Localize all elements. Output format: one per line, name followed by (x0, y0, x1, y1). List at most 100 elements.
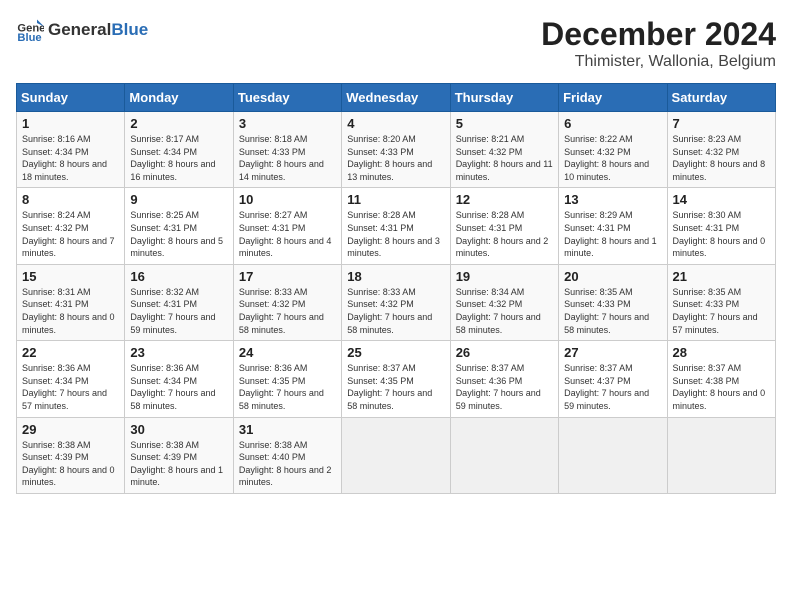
table-row: 1 Sunrise: 8:16 AM Sunset: 4:34 PM Daylig… (17, 112, 125, 188)
page-header: General Blue GeneralBlue December 2024 T… (16, 16, 776, 71)
table-row: 2 Sunrise: 8:17 AM Sunset: 4:34 PM Daylig… (125, 112, 233, 188)
table-row: 17 Sunrise: 8:33 AM Sunset: 4:32 PM Dayli… (233, 264, 341, 340)
table-row: 19Sunrise: 8:34 AM Sunset: 4:32 PM Dayli… (450, 264, 558, 340)
day-number: 18 (347, 269, 444, 284)
day-info: Sunrise: 8:37 AM Sunset: 4:36 PM Dayligh… (456, 362, 553, 412)
day-info: Sunrise: 8:31 AM Sunset: 4:31 PM Dayligh… (22, 286, 119, 336)
table-row: 10Sunrise: 8:27 AM Sunset: 4:31 PM Dayli… (233, 188, 341, 264)
table-row: 14 Sunrise: 8:30 AM Sunset: 4:31 PM Dayli… (667, 188, 775, 264)
page-title: December 2024 (541, 16, 776, 53)
table-row: 27 Sunrise: 8:37 AM Sunset: 4:37 PM Dayli… (559, 341, 667, 417)
logo-blue-text: Blue (111, 20, 148, 39)
day-info: Sunrise: 8:16 AM Sunset: 4:34 PM Dayligh… (22, 133, 119, 183)
table-row: 20 Sunrise: 8:35 AM Sunset: 4:33 PM Dayli… (559, 264, 667, 340)
day-number: 28 (673, 345, 770, 360)
calendar-week-row: 29 Sunrise: 8:38 AM Sunset: 4:39 PM Dayli… (17, 417, 776, 493)
day-number: 20 (564, 269, 661, 284)
logo-general-text: General (48, 20, 111, 39)
day-number: 14 (673, 192, 770, 207)
day-info: Sunrise: 8:18 AM Sunset: 4:33 PM Dayligh… (239, 133, 336, 183)
table-row: 23Sunrise: 8:36 AM Sunset: 4:34 PM Dayli… (125, 341, 233, 417)
col-saturday: Saturday (667, 84, 775, 112)
day-number: 15 (22, 269, 119, 284)
day-info: Sunrise: 8:24 AM Sunset: 4:32 PM Dayligh… (22, 209, 119, 259)
table-row: 29 Sunrise: 8:38 AM Sunset: 4:39 PM Dayli… (17, 417, 125, 493)
day-number: 2 (130, 116, 227, 131)
logo: General Blue GeneralBlue (16, 16, 148, 44)
table-row (667, 417, 775, 493)
day-info: Sunrise: 8:29 AM Sunset: 4:31 PM Dayligh… (564, 209, 661, 259)
table-row: 12 Sunrise: 8:28 AM Sunset: 4:31 PM Dayli… (450, 188, 558, 264)
day-number: 12 (456, 192, 553, 207)
day-info: Sunrise: 8:36 AM Sunset: 4:34 PM Dayligh… (22, 362, 119, 412)
col-sunday: Sunday (17, 84, 125, 112)
day-number: 10 (239, 192, 336, 207)
table-row: 24 Sunrise: 8:36 AM Sunset: 4:35 PM Dayli… (233, 341, 341, 417)
day-info: Sunrise: 8:36 AM Sunset: 4:34 PM Dayligh… (130, 362, 227, 412)
day-info: Sunrise: 8:38 AM Sunset: 4:39 PM Dayligh… (22, 439, 119, 489)
title-block: December 2024 Thimister, Wallonia, Belgi… (541, 16, 776, 71)
calendar-week-row: 15 Sunrise: 8:31 AM Sunset: 4:31 PM Dayli… (17, 264, 776, 340)
table-row (559, 417, 667, 493)
day-info: Sunrise: 8:23 AM Sunset: 4:32 PM Dayligh… (673, 133, 770, 183)
col-friday: Friday (559, 84, 667, 112)
table-row: 4Sunrise: 8:20 AM Sunset: 4:33 PM Daylig… (342, 112, 450, 188)
day-number: 17 (239, 269, 336, 284)
day-number: 3 (239, 116, 336, 131)
calendar-week-row: 8 Sunrise: 8:24 AM Sunset: 4:32 PM Daylig… (17, 188, 776, 264)
table-row: 16Sunrise: 8:32 AM Sunset: 4:31 PM Dayli… (125, 264, 233, 340)
day-number: 5 (456, 116, 553, 131)
table-row: 9 Sunrise: 8:25 AM Sunset: 4:31 PM Daylig… (125, 188, 233, 264)
day-number: 29 (22, 422, 119, 437)
day-number: 13 (564, 192, 661, 207)
table-row: 25Sunrise: 8:37 AM Sunset: 4:35 PM Dayli… (342, 341, 450, 417)
day-number: 31 (239, 422, 336, 437)
day-number: 7 (673, 116, 770, 131)
table-row: 15 Sunrise: 8:31 AM Sunset: 4:31 PM Dayli… (17, 264, 125, 340)
day-number: 8 (22, 192, 119, 207)
table-row: 11 Sunrise: 8:28 AM Sunset: 4:31 PM Dayli… (342, 188, 450, 264)
day-info: Sunrise: 8:36 AM Sunset: 4:35 PM Dayligh… (239, 362, 336, 412)
day-info: Sunrise: 8:28 AM Sunset: 4:31 PM Dayligh… (456, 209, 553, 259)
day-info: Sunrise: 8:38 AM Sunset: 4:39 PM Dayligh… (130, 439, 227, 489)
col-monday: Monday (125, 84, 233, 112)
calendar-week-row: 1 Sunrise: 8:16 AM Sunset: 4:34 PM Daylig… (17, 112, 776, 188)
day-number: 27 (564, 345, 661, 360)
table-row: 31 Sunrise: 8:38 AM Sunset: 4:40 PM Dayli… (233, 417, 341, 493)
day-number: 19 (456, 269, 553, 284)
table-row: 8 Sunrise: 8:24 AM Sunset: 4:32 PM Daylig… (17, 188, 125, 264)
col-tuesday: Tuesday (233, 84, 341, 112)
table-row: 6Sunrise: 8:22 AM Sunset: 4:32 PM Daylig… (559, 112, 667, 188)
page-subtitle: Thimister, Wallonia, Belgium (541, 53, 776, 71)
table-row (342, 417, 450, 493)
day-number: 24 (239, 345, 336, 360)
table-row: 22Sunrise: 8:36 AM Sunset: 4:34 PM Dayli… (17, 341, 125, 417)
calendar-week-row: 22Sunrise: 8:36 AM Sunset: 4:34 PM Dayli… (17, 341, 776, 417)
day-number: 9 (130, 192, 227, 207)
day-info: Sunrise: 8:33 AM Sunset: 4:32 PM Dayligh… (347, 286, 444, 336)
day-info: Sunrise: 8:28 AM Sunset: 4:31 PM Dayligh… (347, 209, 444, 259)
table-row: 30 Sunrise: 8:38 AM Sunset: 4:39 PM Dayli… (125, 417, 233, 493)
day-info: Sunrise: 8:25 AM Sunset: 4:31 PM Dayligh… (130, 209, 227, 259)
day-number: 1 (22, 116, 119, 131)
day-info: Sunrise: 8:35 AM Sunset: 4:33 PM Dayligh… (673, 286, 770, 336)
day-info: Sunrise: 8:37 AM Sunset: 4:37 PM Dayligh… (564, 362, 661, 412)
day-number: 21 (673, 269, 770, 284)
day-info: Sunrise: 8:21 AM Sunset: 4:32 PM Dayligh… (456, 133, 553, 183)
day-info: Sunrise: 8:22 AM Sunset: 4:32 PM Dayligh… (564, 133, 661, 183)
table-row: 21 Sunrise: 8:35 AM Sunset: 4:33 PM Dayli… (667, 264, 775, 340)
day-number: 11 (347, 192, 444, 207)
day-info: Sunrise: 8:17 AM Sunset: 4:34 PM Dayligh… (130, 133, 227, 183)
day-info: Sunrise: 8:30 AM Sunset: 4:31 PM Dayligh… (673, 209, 770, 259)
logo-icon: General Blue (16, 16, 44, 44)
table-row: 5 Sunrise: 8:21 AM Sunset: 4:32 PM Daylig… (450, 112, 558, 188)
table-row: 28Sunrise: 8:37 AM Sunset: 4:38 PM Dayli… (667, 341, 775, 417)
col-thursday: Thursday (450, 84, 558, 112)
table-row: 13 Sunrise: 8:29 AM Sunset: 4:31 PM Dayli… (559, 188, 667, 264)
day-number: 30 (130, 422, 227, 437)
day-info: Sunrise: 8:38 AM Sunset: 4:40 PM Dayligh… (239, 439, 336, 489)
table-row: 3 Sunrise: 8:18 AM Sunset: 4:33 PM Daylig… (233, 112, 341, 188)
day-number: 25 (347, 345, 444, 360)
day-info: Sunrise: 8:33 AM Sunset: 4:32 PM Dayligh… (239, 286, 336, 336)
day-info: Sunrise: 8:35 AM Sunset: 4:33 PM Dayligh… (564, 286, 661, 336)
